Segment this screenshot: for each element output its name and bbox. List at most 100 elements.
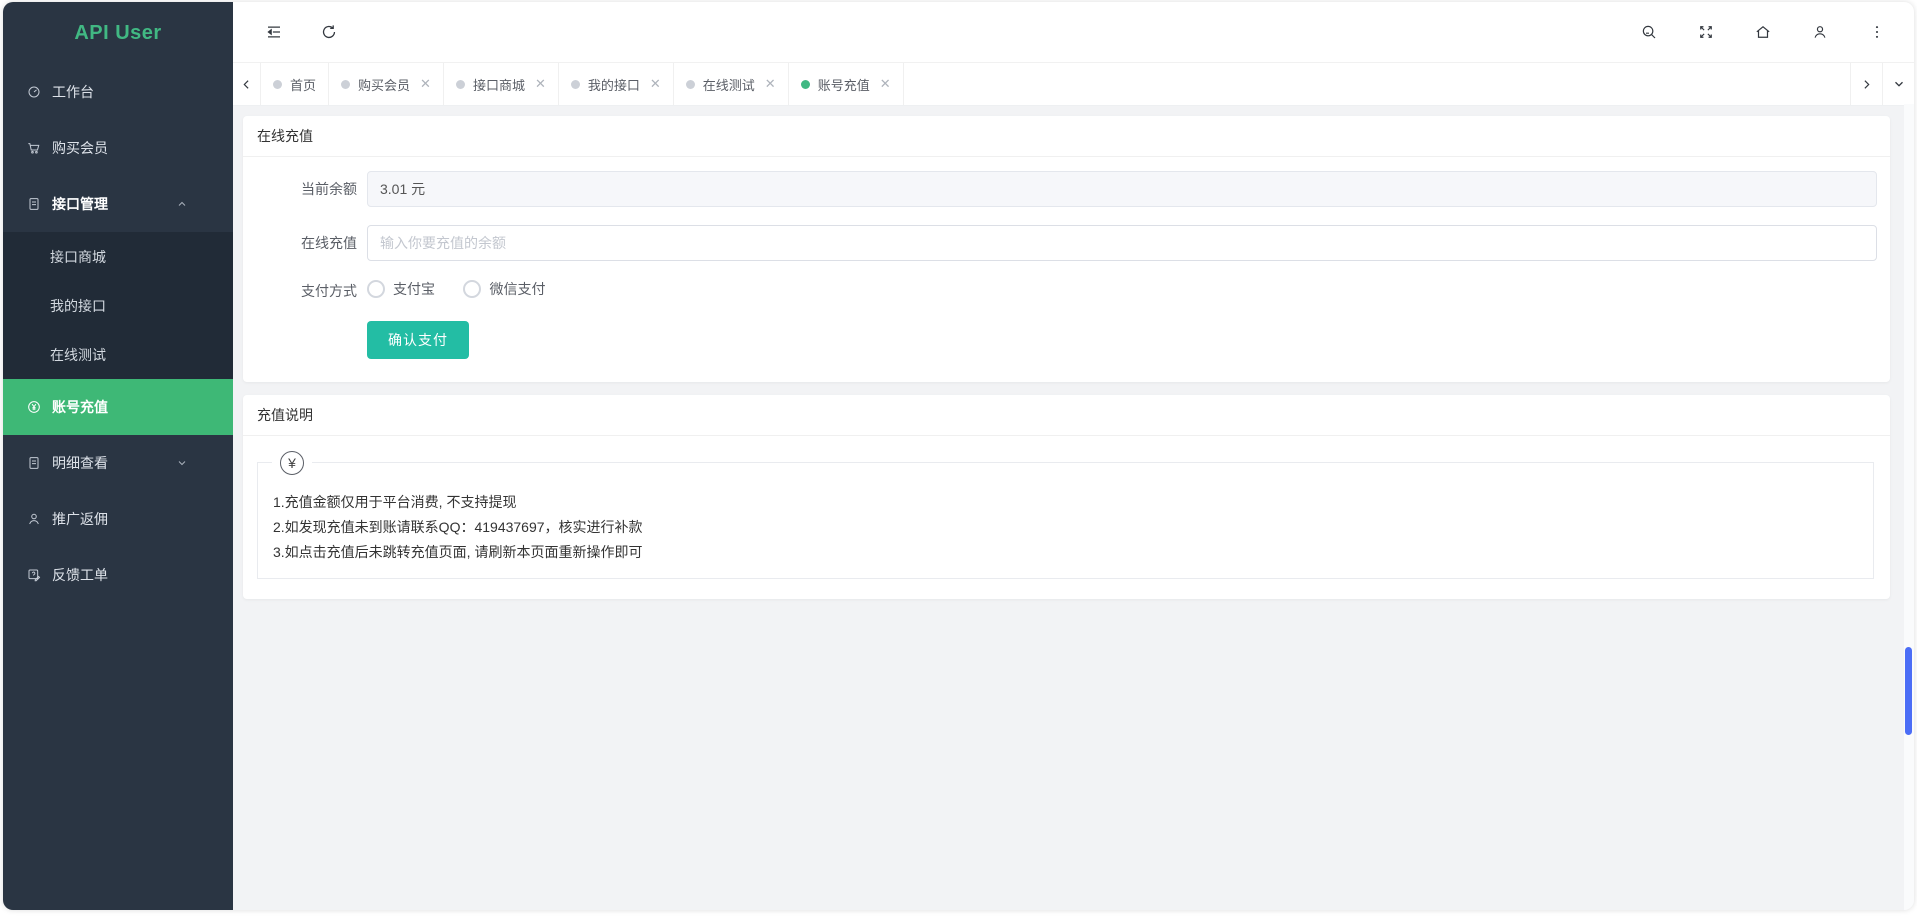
tab-home[interactable]: 首页 <box>261 63 329 105</box>
tab-bar: 首页 购买会员 ✕ 接口商城 ✕ 我的接口 ✕ 在线测试 ✕ <box>233 63 1914 106</box>
page-content: 在线充值 当前余额 在线充值 <box>233 106 1914 910</box>
yen-badge: ¥ <box>272 451 312 475</box>
tab-status-dot <box>801 80 810 89</box>
dashboard-icon <box>26 84 42 100</box>
tab-account-recharge[interactable]: 账号充值 ✕ <box>789 63 904 105</box>
tab-label: 接口商城 <box>473 75 525 94</box>
card-title: 充值说明 <box>243 395 1890 436</box>
tab-label: 账号充值 <box>818 75 870 94</box>
sidebar-item-promotion-rebate[interactable]: 推广返佣 <box>3 491 233 547</box>
tab-close-icon[interactable]: ✕ <box>880 76 891 92</box>
confirm-payment-button[interactable]: 确认支付 <box>367 321 469 359</box>
sidebar-item-label: 明细查看 <box>52 453 108 473</box>
tab-status-dot <box>571 80 580 89</box>
fullscreen-icon[interactable] <box>1697 23 1715 41</box>
tab-status-dot <box>341 80 350 89</box>
home-icon[interactable] <box>1754 23 1772 41</box>
scrollbar-track <box>1904 104 1914 910</box>
tab-status-dot <box>456 80 465 89</box>
tab-close-icon[interactable]: ✕ <box>420 76 431 92</box>
sidebar-item-label: 接口商城 <box>50 247 106 267</box>
app-window: API User 工作台 购买会员 接口管理 接口商城 我的接口 <box>3 2 1914 910</box>
tab-label: 在线测试 <box>703 75 755 94</box>
cart-icon <box>26 140 42 156</box>
balance-row: 当前余额 <box>243 171 1877 207</box>
sidebar-item-label: 账号充值 <box>52 397 108 417</box>
sidebar-item-api-store[interactable]: 接口商城 <box>3 232 233 281</box>
tab-close-icon[interactable]: ✕ <box>650 76 661 92</box>
collapse-menu-icon[interactable] <box>265 23 283 41</box>
card-title: 在线充值 <box>243 116 1890 157</box>
tab-close-icon[interactable]: ✕ <box>535 76 546 92</box>
brand-title: API User <box>3 2 233 64</box>
payment-method-row: 支付方式 支付宝 微信支付 <box>243 279 1877 303</box>
toolbar-right <box>1640 23 1886 41</box>
tab-my-apis[interactable]: 我的接口 ✕ <box>559 63 674 105</box>
recharge-amount-input[interactable] <box>367 225 1877 261</box>
chevron-down-icon <box>1892 77 1906 91</box>
user-icon <box>26 511 42 527</box>
chevron-left-icon <box>240 78 253 91</box>
document-icon <box>26 196 42 212</box>
sidebar-item-label: 反馈工单 <box>52 565 108 585</box>
recharge-notes-card: 充值说明 ¥ 1.充值金额仅用于平台消费, 不支持提现 2.如发现充值未到账请联… <box>243 395 1890 599</box>
note-line: 2.如发现充值未到账请联系QQ：419437697，核实进行补款 <box>273 515 1853 540</box>
tab-online-test[interactable]: 在线测试 ✕ <box>674 63 789 105</box>
tab-status-dot <box>273 80 282 89</box>
sidebar-item-online-test[interactable]: 在线测试 <box>3 330 233 379</box>
online-recharge-card: 在线充值 当前余额 在线充值 <box>243 116 1890 382</box>
recharge-form: 当前余额 在线充值 支付方式 <box>243 157 1890 382</box>
sidebar-item-api-management[interactable]: 接口管理 <box>3 176 233 232</box>
sidebar-item-label: 工作台 <box>52 82 94 102</box>
current-balance-field[interactable] <box>367 171 1877 207</box>
tab-buy-membership[interactable]: 购买会员 ✕ <box>329 63 444 105</box>
sidebar: API User 工作台 购买会员 接口管理 接口商城 我的接口 <box>3 2 233 910</box>
sidebar-item-workbench[interactable]: 工作台 <box>3 64 233 120</box>
notes-box: ¥ 1.充值金额仅用于平台消费, 不支持提现 2.如发现充值未到账请联系QQ：4… <box>257 462 1874 579</box>
yen-circle-icon <box>26 399 42 415</box>
sidebar-item-details-view[interactable]: 明细查看 <box>3 435 233 491</box>
alipay-radio[interactable]: 支付宝 <box>367 279 435 299</box>
note-line: 3.如点击充值后未跳转充值页面, 请刷新本页面重新操作即可 <box>273 540 1853 565</box>
radio-circle-icon[interactable] <box>367 280 385 298</box>
sidebar-item-label: 接口管理 <box>52 194 108 214</box>
tabs-menu-button[interactable] <box>1882 63 1914 105</box>
document-icon <box>26 455 42 471</box>
more-dots-icon[interactable] <box>1868 23 1886 41</box>
alipay-radio-label: 支付宝 <box>393 279 435 299</box>
balance-label: 当前余额 <box>243 179 367 199</box>
chevron-up-icon <box>176 198 188 210</box>
tab-close-icon[interactable]: ✕ <box>765 76 776 92</box>
sidebar-item-label: 我的接口 <box>50 296 106 316</box>
tab-label: 购买会员 <box>358 75 410 94</box>
payment-method-label: 支付方式 <box>243 281 367 301</box>
scrollbar-thumb[interactable] <box>1905 647 1912 735</box>
tab-api-store[interactable]: 接口商城 ✕ <box>444 63 559 105</box>
submit-row: 确认支付 <box>243 321 1877 359</box>
yen-circle-icon: ¥ <box>280 451 304 475</box>
refresh-icon[interactable] <box>320 23 338 41</box>
toolbar-left <box>233 23 338 41</box>
note-line: 1.充值金额仅用于平台消费, 不支持提现 <box>273 490 1853 515</box>
sidebar-menu: 工作台 购买会员 接口管理 接口商城 我的接口 在线测试 <box>3 64 233 603</box>
sidebar-item-feedback-ticket[interactable]: 反馈工单 <box>3 547 233 603</box>
sidebar-item-label: 推广返佣 <box>52 509 108 529</box>
wechat-pay-radio[interactable]: 微信支付 <box>463 279 545 299</box>
radio-circle-icon[interactable] <box>463 280 481 298</box>
tabs-scroll-left-button[interactable] <box>233 63 261 105</box>
tab-label: 首页 <box>290 75 316 94</box>
sidebar-item-label: 在线测试 <box>50 345 106 365</box>
search-icon[interactable] <box>1640 23 1658 41</box>
tabs-scroll-right-button[interactable] <box>1850 63 1882 105</box>
chevron-right-icon <box>1860 78 1873 91</box>
tabbar-spacer <box>904 63 1850 105</box>
sidebar-item-buy-membership[interactable]: 购买会员 <box>3 120 233 176</box>
amount-row: 在线充值 <box>243 225 1877 261</box>
sidebar-item-label: 购买会员 <box>52 138 108 158</box>
feedback-icon <box>26 567 42 583</box>
sidebar-item-my-apis[interactable]: 我的接口 <box>3 281 233 330</box>
tab-label: 我的接口 <box>588 75 640 94</box>
user-avatar-icon[interactable] <box>1811 23 1829 41</box>
sidebar-item-account-recharge[interactable]: 账号充值 <box>3 379 233 435</box>
chevron-down-icon <box>176 457 188 469</box>
